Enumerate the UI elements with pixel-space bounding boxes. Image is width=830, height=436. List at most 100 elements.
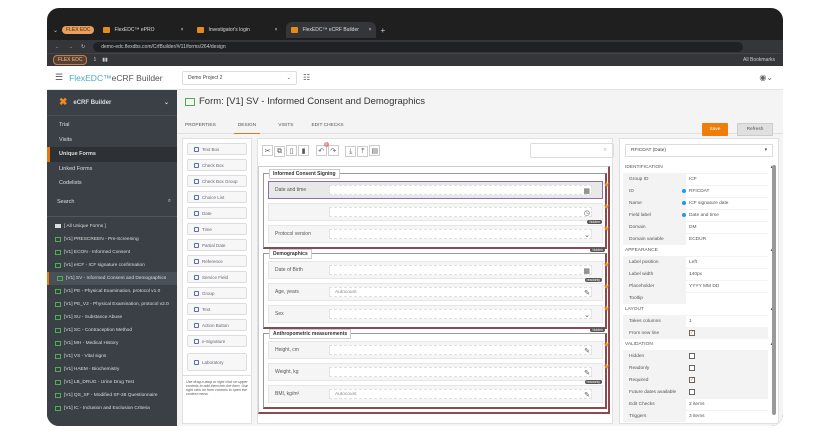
list-item-all[interactable]: [ All Unique Forms ] — [47, 220, 177, 233]
form-group[interactable]: Demographics hidden Date of Birth ▦ ★ Age, ye… — [263, 248, 610, 329]
sidebar-header[interactable]: ✖ eCRF Builder ⌄ — [47, 90, 177, 116]
tab-visits[interactable]: VISITS — [278, 123, 293, 128]
list-item[interactable]: [V1] MH - Medical History — [47, 337, 177, 350]
edit-icon[interactable]: ✎ — [584, 347, 590, 355]
document-icon[interactable]: ▤ — [369, 145, 381, 156]
property-value[interactable]: DM — [686, 221, 768, 233]
field-input[interactable]: Autocount — [329, 389, 592, 399]
reload-icon[interactable]: ↻ — [81, 44, 85, 50]
browser-tab[interactable]: FlexEDC™ ePRO × — [98, 22, 188, 38]
field-input[interactable] — [329, 207, 592, 217]
toolbox-item[interactable]: Reference — [187, 255, 247, 267]
close-icon[interactable]: × — [181, 27, 184, 33]
browser-tab-active[interactable]: FlexEDC™ eCRF Builder × — [286, 22, 377, 38]
property-value[interactable]: ✓ — [686, 375, 768, 386]
list-item[interactable]: [V1] PE_V2 - Physical Examination, proto… — [47, 298, 177, 311]
form-group[interactable]: Informed Consent Signing Date and time ▦ ★ ◷… — [263, 169, 610, 249]
canvas-search-input[interactable]: ⌕ — [530, 143, 614, 158]
toolbox-item[interactable]: Check Box — [187, 159, 247, 171]
property-value[interactable]: 3 items — [686, 410, 768, 422]
dropdown-icon[interactable]: ⌄ — [584, 231, 590, 239]
checkbox[interactable] — [689, 365, 695, 371]
edit-icon[interactable]: ✎ — [584, 391, 590, 399]
property-value[interactable]: 1 — [686, 315, 768, 327]
form-field[interactable]: Sex ⌄ ★ — [268, 304, 610, 323]
checkbox[interactable]: ✓ — [689, 330, 695, 336]
sidebar-item-linked-forms[interactable]: Linked Forms — [47, 162, 177, 177]
form-field[interactable]: Height, cm ✎ ★ — [268, 340, 610, 359]
list-item[interactable]: [V1] QS_SF - Modified SF-36 Questionnair… — [47, 389, 177, 402]
cut-icon[interactable]: ✂ — [262, 145, 273, 156]
sidebar-item-visits[interactable]: Visits — [47, 133, 177, 148]
all-bookmarks[interactable]: All Bookmarks — [743, 57, 775, 63]
property-value[interactable] — [686, 387, 768, 398]
property-value[interactable]: ICF signature date — [682, 197, 768, 209]
copy-icon[interactable]: ⧉ — [274, 146, 285, 157]
toolbox-item[interactable]: Group — [187, 287, 247, 299]
toolbox-item[interactable]: Service Field — [187, 271, 247, 283]
list-item[interactable]: [V1] SC - Contraception Method — [47, 324, 177, 337]
project-select[interactable]: Demo Project 2 ⌄ — [182, 70, 297, 85]
refresh-button[interactable]: Refresh — [737, 123, 773, 136]
list-item[interactable]: [V1] SU - Substance Abuse — [47, 311, 177, 324]
browser-tab[interactable]: Investigator's login × — [192, 22, 282, 38]
section-validation[interactable]: VALIDATION▴ — [620, 339, 778, 350]
toolbox-item[interactable]: Date — [187, 207, 247, 219]
property-value[interactable] — [686, 292, 768, 304]
redo-icon[interactable]: ↷ — [327, 145, 339, 156]
form-field[interactable]: Protocol version ⌄ hidden ★ — [268, 220, 610, 243]
download-icon[interactable]: ⤓ — [345, 146, 357, 157]
edit-icon[interactable]: ✎ — [584, 289, 590, 297]
list-item[interactable]: [V1] LB_DRUG - Urine Drug Test — [47, 376, 177, 389]
calendar-icon[interactable]: ▦ — [583, 187, 590, 195]
tab-menu-icon[interactable]: ⌄ — [53, 27, 58, 34]
new-tab-icon[interactable]: + — [380, 26, 385, 35]
list-item[interactable]: [V1] HAEM - Biochemistry — [47, 363, 177, 376]
profile-badge[interactable]: FLEX EDC — [62, 26, 95, 34]
tab-properties[interactable]: PROPERTIES — [185, 123, 216, 128]
form-field[interactable]: Weight, kg ✎ ★ — [268, 362, 610, 381]
section-layout[interactable]: LAYOUT▴ — [620, 304, 778, 315]
sidebar-item-codelists[interactable]: Codelists — [47, 176, 177, 191]
toolbox-item[interactable]: Check Box Group — [187, 175, 247, 187]
list-item[interactable]: [V1] PE - Physical Examination, protocol… — [47, 285, 177, 298]
form-field[interactable]: Date of Birth ▦ ★ — [268, 260, 610, 279]
list-item[interactable]: [V1] PRESCREEN - Pre-Screening — [47, 233, 177, 246]
search-icon[interactable]: ⌕ — [168, 198, 171, 205]
upload-icon[interactable]: ⤒ — [357, 146, 369, 157]
section-appearance[interactable]: APPEARANCE▴ — [620, 245, 778, 256]
account-icon[interactable]: ◉⌄ — [759, 73, 773, 82]
field-selector[interactable]: RFICDAT (Date) ▾ — [625, 144, 773, 157]
form-field[interactable]: Age, years Autocount ✎ readonly ★ — [268, 278, 610, 301]
forward-icon[interactable]: → — [68, 44, 73, 50]
delete-icon[interactable]: ▮ — [298, 145, 309, 156]
property-value[interactable]: YYYY MM DD — [686, 280, 768, 292]
field-input[interactable] — [329, 309, 592, 319]
property-value[interactable] — [686, 351, 768, 362]
close-icon[interactable]: × — [369, 27, 372, 33]
list-item[interactable]: [V1] IC - Inclusion and Exclusion Criter… — [47, 402, 177, 415]
property-value[interactable]: 2 items — [686, 398, 768, 410]
section-identification[interactable]: IDENTIFICATION▴ — [620, 162, 778, 173]
sidebar-item-unique-forms[interactable]: Unique Forms — [47, 147, 177, 162]
close-icon[interactable]: × — [275, 27, 278, 33]
toolbox-item[interactable]: e-Signature — [187, 335, 247, 347]
checkbox[interactable] — [689, 353, 695, 359]
list-item[interactable]: [V1] ECON - Informed Consent — [47, 246, 177, 259]
toolbox-item[interactable]: Laboratory — [187, 353, 247, 371]
field-input[interactable] — [329, 229, 592, 239]
form-field[interactable]: Date and time ▦ ★ — [268, 180, 610, 199]
calendar-icon[interactable]: ▦ — [583, 267, 590, 275]
paste-icon[interactable]: ▯ — [286, 145, 297, 156]
property-value[interactable]: Date and time — [682, 209, 768, 221]
save-button[interactable]: Save — [702, 123, 728, 136]
sidebar-item-trial[interactable]: Trial — [47, 118, 177, 133]
field-input[interactable] — [329, 185, 592, 195]
field-input[interactable] — [329, 345, 592, 355]
list-icon[interactable]: ☷ — [303, 73, 310, 82]
property-value[interactable]: 140px — [686, 268, 768, 280]
toolbox-item[interactable]: Partial Date — [187, 239, 247, 251]
toolbox-item[interactable]: Text — [187, 303, 247, 315]
undo-icon[interactable]: ↶ 0 — [315, 142, 329, 156]
checkbox[interactable] — [689, 389, 695, 395]
